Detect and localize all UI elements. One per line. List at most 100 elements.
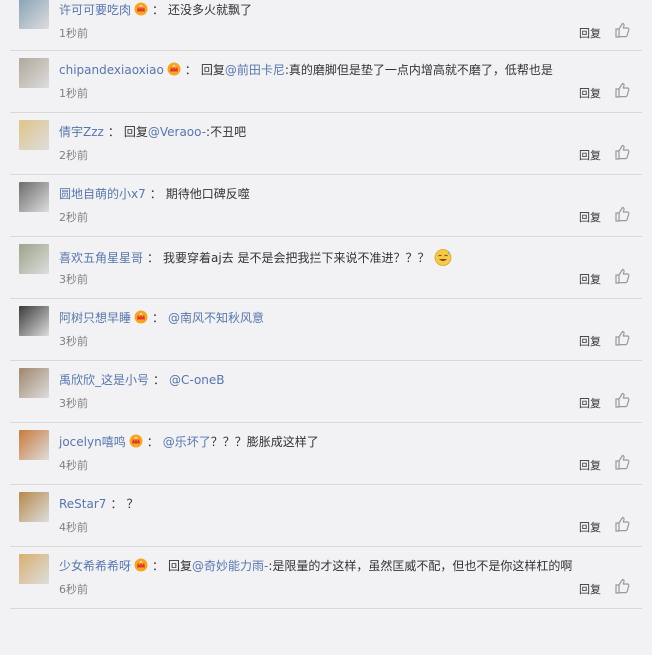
comment-text: ？？？膨胀成这样了 <box>210 435 319 449</box>
colon-separator: ： <box>110 497 123 511</box>
timestamp: 3秒前 <box>59 335 88 348</box>
comment-line: 倩宇Zzz：回复@Veraoo-:不丑吧 <box>59 124 246 140</box>
avatar[interactable] <box>19 120 49 150</box>
timestamp: 2秒前 <box>59 149 88 162</box>
comment-item: 喜欢五角星星哥 ：我要穿着aj去 是不是会把我拦下来说不准进？？？ 3秒前 回复 <box>10 237 642 299</box>
username-link[interactable]: 倩宇Zzz <box>59 125 104 139</box>
reply-prefix: 回复 <box>168 559 193 573</box>
colon-separator: ： <box>152 311 165 325</box>
avatar[interactable] <box>19 554 49 584</box>
comment-text: 我要穿着aj去 是不是会把我拦下来说不准进？？？ <box>163 251 430 265</box>
timestamp: 1秒前 <box>59 87 88 100</box>
comment-text: :不丑吧 <box>206 125 247 139</box>
thumbs-up-icon[interactable] <box>614 577 632 595</box>
username-link[interactable]: 喜欢五角星星哥 <box>59 251 143 265</box>
sweat-smile-emoji-icon <box>434 249 451 266</box>
avatar[interactable] <box>19 182 49 212</box>
mention-link[interactable]: @南风不知秋风意 <box>168 311 264 325</box>
reply-prefix: 回复 <box>200 63 225 77</box>
vip-crown-badge-icon <box>134 2 148 16</box>
thumbs-up-icon[interactable] <box>614 205 632 223</box>
comment-line: chipandexiaoxiao ：回复@前田卡尼:真的磨脚但是垫了一点内增高就不… <box>59 62 553 78</box>
comment-item: 禹欣欣_这是小号 ： @C-oneB 3秒前 回复 <box>10 361 642 423</box>
colon-separator: ： <box>149 187 162 201</box>
comment-line: 喜欢五角星星哥 ：我要穿着aj去 是不是会把我拦下来说不准进？？？ <box>59 248 452 266</box>
vip-crown-badge-icon <box>167 62 181 76</box>
vip-crown-badge-icon <box>134 558 148 572</box>
avatar[interactable] <box>19 430 49 460</box>
username-link[interactable]: chipandexiaoxiao <box>59 63 164 77</box>
comment-text: :真的磨脚但是垫了一点内增高就不磨了，低帮也是 <box>284 63 553 77</box>
thumbs-up-icon[interactable] <box>614 453 632 471</box>
thumbs-up-icon[interactable] <box>614 329 632 347</box>
avatar[interactable] <box>19 0 49 29</box>
comment-text: ？ <box>126 497 139 511</box>
comment-item: ReStar7 ：？ 4秒前 回复 <box>10 485 642 547</box>
comment-line: 许可可要吃肉 ：还没多火就飘了 <box>59 2 252 18</box>
username-link[interactable]: 少女希希希呀 <box>59 559 131 573</box>
reply-button[interactable]: 回复 <box>579 581 601 597</box>
comment-item: 倩宇Zzz：回复@Veraoo-:不丑吧 2秒前 回复 <box>10 113 642 175</box>
comment-list: 许可可要吃肉：还没多火就飘了 1秒前 回复 chipandexiaoxiao：回… <box>10 0 642 609</box>
vip-crown-badge-icon <box>129 434 143 448</box>
timestamp: 3秒前 <box>59 397 88 410</box>
thumbs-up-icon[interactable] <box>614 391 632 409</box>
colon-separator: ： <box>147 251 160 265</box>
reply-button[interactable]: 回复 <box>579 209 601 225</box>
username-link[interactable]: 阿树只想早睡 <box>59 311 131 325</box>
avatar[interactable] <box>19 368 49 398</box>
mention-link[interactable]: @Veraoo- <box>148 125 206 139</box>
comment-text: 期待他口碑反噬 <box>165 187 250 201</box>
username-link[interactable]: ReStar7 <box>59 497 106 511</box>
comment-item: 阿树只想早睡 ： @南风不知秋风意 3秒前 回复 <box>10 299 642 361</box>
thumbs-up-icon[interactable] <box>614 143 632 161</box>
comment-item: 少女希希希呀：回复@奇妙能力雨-:是限量的才这样，虽然匡威不配，但也不是你这样杠… <box>10 547 642 609</box>
colon-separator: ： <box>184 63 197 77</box>
username-link[interactable]: jocelyn嘻鸣 <box>59 435 126 449</box>
comment-item: 圆地自萌的小x7：期待他口碑反噬 2秒前 回复 <box>10 175 642 237</box>
reply-button[interactable]: 回复 <box>579 271 601 287</box>
username-link[interactable]: 许可可要吃肉 <box>59 3 131 17</box>
username-link[interactable]: 圆地自萌的小x7 <box>59 187 146 201</box>
colon-separator: ： <box>152 559 165 573</box>
comment-item: 许可可要吃肉 ：还没多火就飘了 1秒前 回复 <box>10 0 642 51</box>
reply-button[interactable]: 回复 <box>579 333 601 349</box>
reply-button[interactable]: 回复 <box>579 25 601 41</box>
comment-item: chipandexiaoxiao：回复@前田卡尼:真的磨脚但是垫了一点内增高就不… <box>10 51 642 113</box>
avatar[interactable] <box>19 58 49 88</box>
reply-button[interactable]: 回复 <box>579 395 601 411</box>
timestamp: 4秒前 <box>59 459 88 472</box>
thumbs-up-icon[interactable] <box>614 515 632 533</box>
avatar[interactable] <box>19 306 49 336</box>
mention-link[interactable]: @乐坏了 <box>163 435 211 449</box>
thumbs-up-icon[interactable] <box>614 21 632 39</box>
comment-item: jocelyn嘻鸣 ： @乐坏了？？？膨胀成这样了 4秒前 回复 <box>10 423 642 485</box>
reply-button[interactable]: 回复 <box>579 85 601 101</box>
reply-button[interactable]: 回复 <box>579 457 601 473</box>
username-link[interactable]: 禹欣欣_这是小号 <box>59 373 149 387</box>
avatar[interactable] <box>19 244 49 274</box>
comment-line: jocelyn嘻鸣 ： @乐坏了？？？膨胀成这样了 <box>59 434 319 450</box>
thumbs-up-icon[interactable] <box>614 81 632 99</box>
thumbs-up-icon[interactable] <box>614 267 632 285</box>
colon-separator: ： <box>153 373 166 387</box>
comment-line: 禹欣欣_这是小号 ： @C-oneB <box>59 372 225 388</box>
colon-separator: ： <box>152 3 165 17</box>
colon-separator: ： <box>146 435 159 449</box>
reply-button[interactable]: 回复 <box>579 519 601 535</box>
reply-button[interactable]: 回复 <box>579 147 601 163</box>
comment-line: 圆地自萌的小x7：期待他口碑反噬 <box>59 186 250 202</box>
reply-prefix: 回复 <box>123 125 148 139</box>
avatar[interactable] <box>19 492 49 522</box>
mention-link[interactable]: @奇妙能力雨- <box>192 559 268 573</box>
mention-link[interactable]: @C-oneB <box>169 373 225 387</box>
timestamp: 4秒前 <box>59 521 88 534</box>
comment-text: :是限量的才这样，虽然匡威不配，但也不是你这样杠的啊 <box>268 559 573 573</box>
comment-line: ReStar7 ：？ <box>59 496 138 512</box>
comment-line: 少女希希希呀 ：回复@奇妙能力雨-:是限量的才这样，虽然匡威不配，但也不是你这样杠… <box>59 558 572 574</box>
timestamp: 3秒前 <box>59 273 88 286</box>
timestamp: 2秒前 <box>59 211 88 224</box>
timestamp: 1秒前 <box>59 27 88 40</box>
comment-text: 还没多火就飘了 <box>168 3 253 17</box>
mention-link[interactable]: @前田卡尼 <box>225 63 285 77</box>
